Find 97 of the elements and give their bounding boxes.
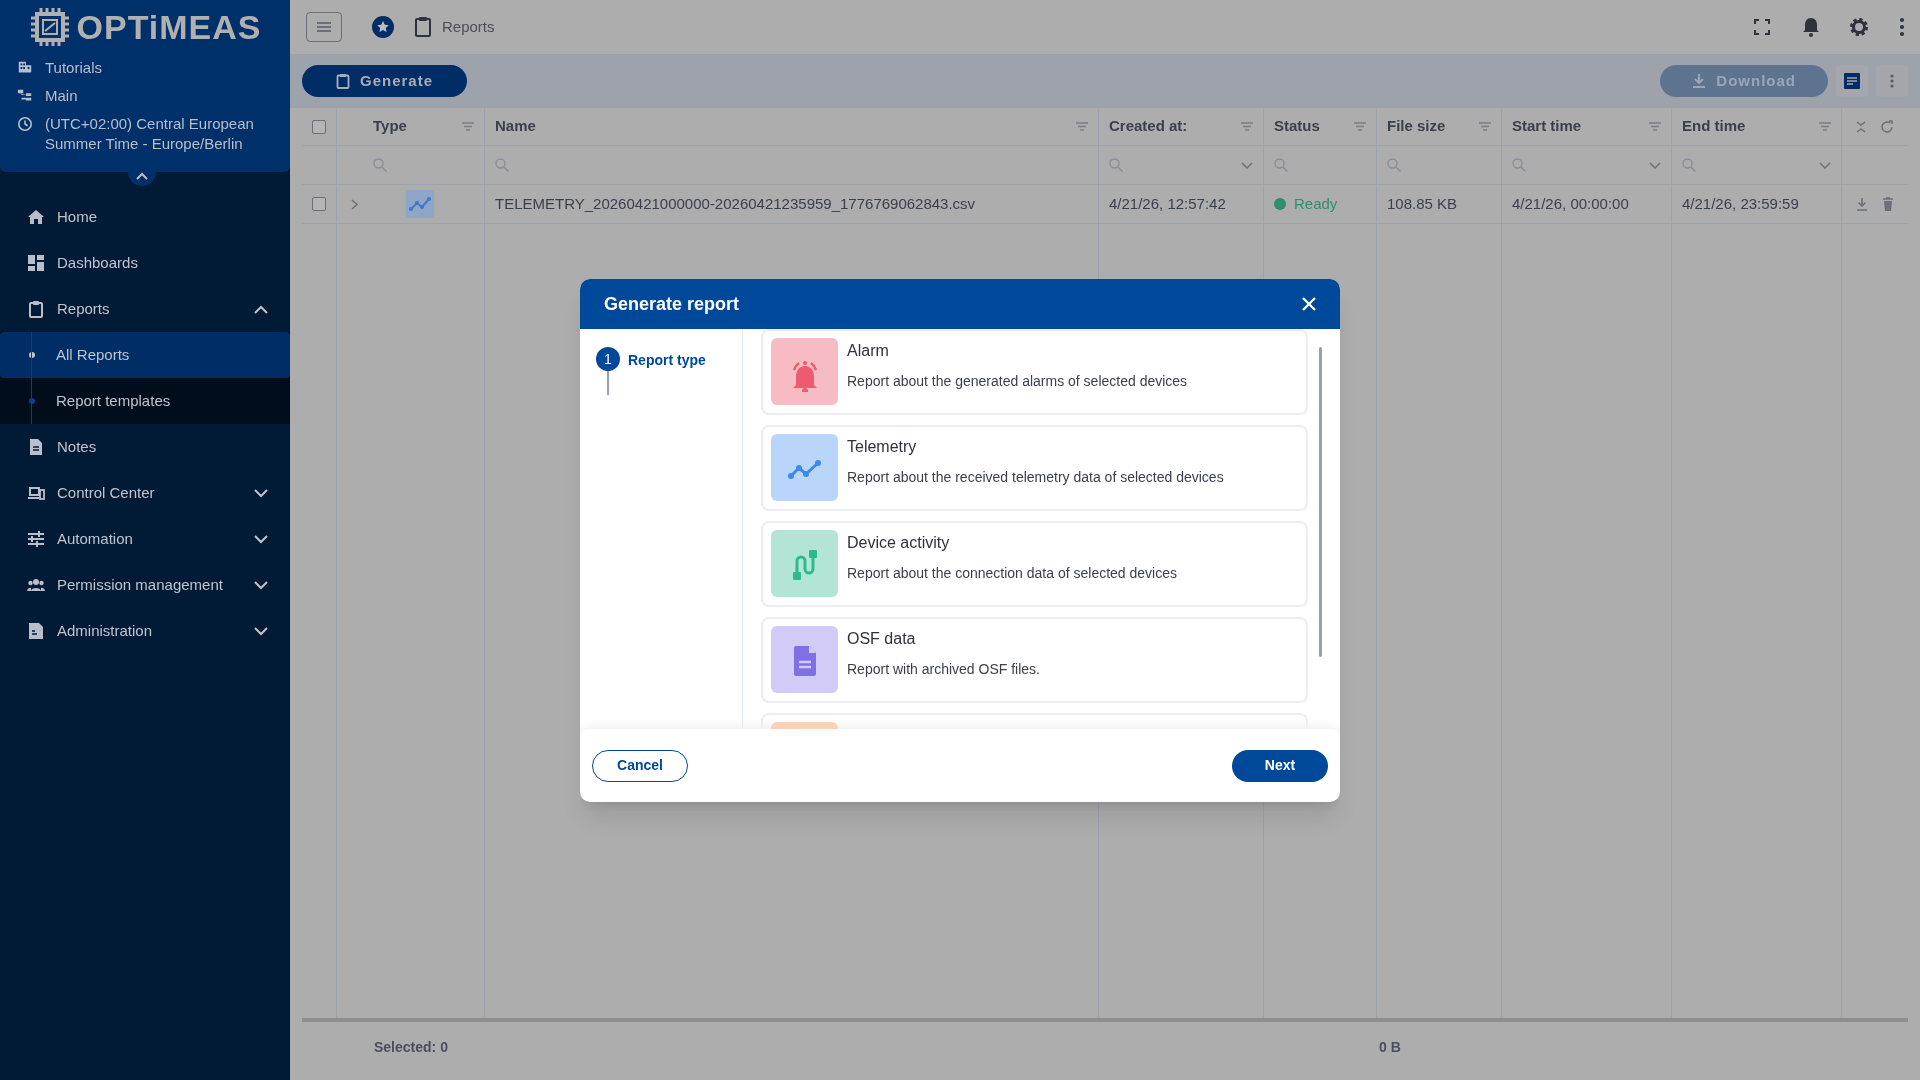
menu-icon [317,22,331,32]
status-text: Ready [1294,193,1338,214]
dialog-title: Generate report [604,292,741,316]
table-cell-text: 108.85 KB [1387,193,1458,214]
column-header[interactable]: File size [1387,115,1473,138]
context-text: Main [45,86,78,106]
option-description: Report with archived OSF files. [847,660,1040,679]
list-view-button[interactable] [1836,65,1868,97]
expand-icon[interactable] [351,198,358,210]
document-icon [27,438,45,456]
document-icon [27,622,45,640]
search-icon[interactable] [495,158,509,172]
column-header[interactable]: Start time [1512,115,1643,138]
column-header[interactable]: Created at: [1109,115,1235,138]
clipboard-icon [414,16,432,38]
generate-button[interactable]: Generate [302,65,468,97]
fullscreen-icon[interactable] [1754,19,1770,35]
report-type-option[interactable]: OSF data Report with archived OSF files. [761,617,1308,703]
nav-item[interactable]: Reports [0,286,290,332]
option-title: Alarm [847,341,890,361]
settings-icon[interactable] [1848,16,1870,38]
more-button[interactable] [1876,65,1908,97]
selected-count: Selected: 0 [374,1037,449,1057]
context-text: (UTC+02:00) Central European Summer Time - Europe/Berlin [45,114,255,154]
report-type-option[interactable]: Device activity Report about the connection data of selected devices [761,521,1308,607]
column-header[interactable]: Name [495,115,1070,138]
table-cell-text: 4/21/26, 23:59:59 [1682,193,1799,214]
list-icon [1844,73,1860,89]
more-icon[interactable] [1900,18,1904,36]
chevron-down-icon [1241,161,1253,169]
option-title: Device activity [847,533,951,553]
filter-icon[interactable] [462,122,474,131]
option-description: Report about the generated alarms of selected devices [847,372,1188,391]
column-header[interactable]: Status [1274,115,1348,138]
table-cell-text: 4/21/26, 00:00:00 [1512,193,1629,214]
nav-item[interactable]: Dashboards [0,240,290,286]
clipboard-icon [336,73,350,89]
step-number: 1 [596,347,620,371]
sub-nav-item[interactable]: All Reports [0,332,290,378]
search-icon[interactable] [1512,158,1526,172]
more-icon [1890,74,1894,88]
filter-icon[interactable] [1479,122,1491,131]
logo-text: OPTiMEAS [76,10,262,44]
filter-icon[interactable] [1819,122,1831,131]
chevron-down-icon [1649,161,1661,169]
option-description: Report about the connection data of selected devices [847,564,1177,583]
download-icon[interactable] [1856,197,1868,211]
filter-icon[interactable] [1649,122,1661,131]
search-icon[interactable] [373,158,387,172]
column-header[interactable]: End time [1682,115,1813,138]
total-size: 0 B [1379,1037,1401,1057]
chevron-up-icon [136,172,148,180]
trash-icon[interactable] [1882,197,1894,211]
nav-item[interactable]: Home [0,194,290,240]
devices-icon [27,484,45,502]
table-cell-text: 4/21/26, 12:57:42 [1109,193,1226,214]
close-icon[interactable] [1302,297,1316,311]
report-type-option[interactable]: Telemetry Report about the received telemetry data of selected devices [761,425,1308,511]
nav-item[interactable]: Notes [0,424,290,470]
dashboard-icon [27,254,45,272]
bell-icon[interactable] [1802,17,1820,37]
search-icon[interactable] [1682,158,1696,172]
checkbox[interactable] [312,119,326,134]
home-icon [27,208,45,226]
chevron-down-icon [1819,161,1831,169]
download-icon [1692,73,1707,89]
chip-logo-icon [28,6,71,48]
clipboard-icon [27,300,45,318]
context-text: Tutorials [45,58,102,78]
search-icon[interactable] [1274,158,1288,172]
menu-button[interactable] [306,12,342,42]
scrollbar[interactable] [1319,347,1322,657]
column-header[interactable]: Type [373,115,456,138]
step[interactable]: 1 Report type [596,347,742,395]
nav-item[interactable]: Control Center [0,470,290,516]
option-description: Report about the received telemetry data of selected devices [847,468,1224,487]
filter-icon[interactable] [1354,122,1366,131]
nav-item[interactable]: Automation [0,516,290,562]
checkbox[interactable] [312,197,326,211]
option-title: OSF data [847,629,917,649]
cancel-button[interactable]: Cancel [592,749,688,782]
filter-icon[interactable] [1076,122,1088,131]
report-type-option[interactable]: Alarm Report about the generated alarms of selected devices [761,329,1308,415]
filter-icon[interactable] [1241,122,1253,131]
next-button[interactable]: Next [1232,749,1328,782]
nav-item[interactable]: Permission management [0,562,290,608]
clock-icon [17,116,33,132]
search-icon[interactable] [1387,158,1401,172]
breadcrumb: Reports [442,16,495,37]
nav-item[interactable]: Administration [0,608,290,654]
search-icon[interactable] [1109,158,1123,172]
people-icon [27,576,45,594]
refresh-icon[interactable] [1880,119,1894,134]
option-title: Telemetry [847,437,918,457]
sliders-icon [27,530,45,548]
table-cell-text: TELEMETRY_20260421000000-20260421235959_1776769062843.csv [495,193,976,214]
collapse-rows-icon[interactable] [1856,120,1866,133]
